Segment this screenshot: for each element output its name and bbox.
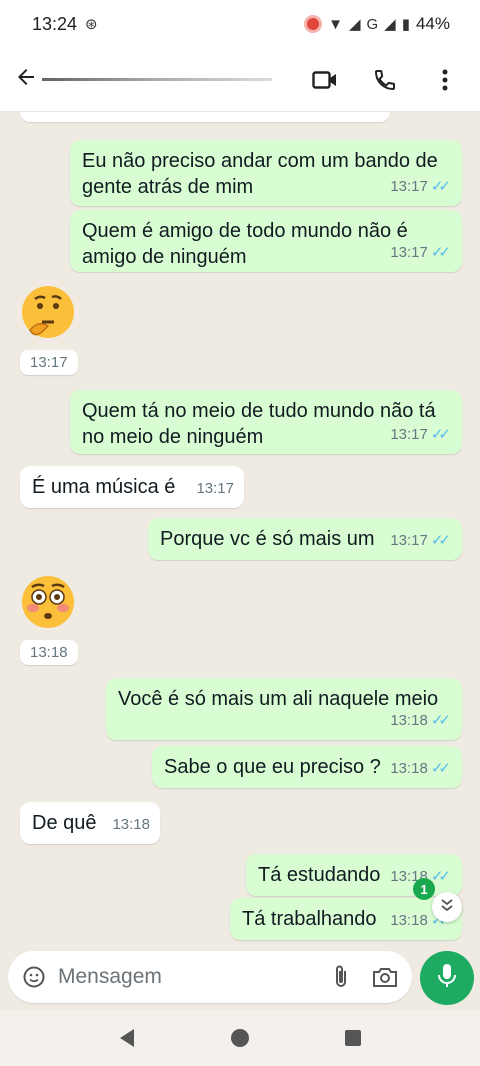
message-incoming[interactable]: De quê 13:18 bbox=[20, 802, 160, 844]
more-vert-icon[interactable] bbox=[432, 67, 458, 93]
contact-name-redacted[interactable] bbox=[42, 78, 272, 81]
battery-icon: ▮ bbox=[401, 16, 410, 33]
message-outgoing[interactable]: Eu não preciso andar com um bando de gen… bbox=[70, 140, 462, 206]
unread-count-badge: 1 bbox=[413, 878, 435, 900]
message-outgoing[interactable]: Quem tá no meio de tudo mundo não tá no … bbox=[70, 390, 462, 454]
battery-level: 44% bbox=[415, 14, 450, 33]
message-text: Quem é amigo de todo mundo não é amigo d… bbox=[82, 220, 408, 268]
nav-back-icon[interactable] bbox=[113, 1024, 141, 1052]
mic-button[interactable] bbox=[420, 951, 474, 1005]
message-text: Tá estudando bbox=[258, 864, 381, 886]
read-ticks-icon: ✓✓ bbox=[430, 244, 451, 261]
message-outgoing[interactable]: Você é só mais um ali naquele meio 13:18… bbox=[106, 678, 462, 740]
message-time: 13:17 bbox=[390, 244, 428, 261]
message-text: Porque vc é só mais um bbox=[160, 528, 375, 550]
read-ticks-icon: ✓✓ bbox=[430, 712, 451, 729]
message-time: 13:17 bbox=[390, 532, 428, 549]
phone-icon[interactable] bbox=[372, 67, 398, 93]
message-time: 13:18 bbox=[390, 712, 428, 729]
status-time: 13:24 bbox=[32, 13, 78, 34]
sticker-icon[interactable] bbox=[22, 962, 46, 992]
message-text: Eu não preciso andar com um bando de gen… bbox=[82, 150, 438, 198]
message-text: Tá trabalhando bbox=[242, 908, 377, 930]
message-outgoing[interactable]: Quem é amigo de todo mundo não é amigo d… bbox=[70, 210, 462, 272]
signal-icon: ◢ bbox=[348, 16, 361, 33]
camera-icon[interactable] bbox=[372, 962, 398, 992]
message-outgoing[interactable]: Tá trabalhando 13:18 ✓✓ bbox=[230, 898, 462, 940]
notification-icon: ⊛ bbox=[85, 16, 98, 33]
read-ticks-icon: ✓✓ bbox=[430, 426, 451, 443]
message-input[interactable] bbox=[58, 965, 329, 989]
message-time: 13:18 bbox=[112, 816, 150, 833]
message-list[interactable]: Eu não preciso andar com um bando de gen… bbox=[0, 112, 480, 950]
read-ticks-icon: ✓✓ bbox=[430, 760, 451, 777]
attach-icon[interactable] bbox=[329, 962, 352, 992]
message-time: 13:18 bbox=[390, 912, 428, 929]
message-text: Você é só mais um ali naquele meio bbox=[118, 688, 439, 710]
system-nav-bar bbox=[0, 1010, 480, 1066]
status-bar: 13:24 ⊛ ▼ ◢ G ◢ ▮ 44% bbox=[0, 0, 480, 48]
message-composer bbox=[8, 951, 412, 1003]
message-text: De quê bbox=[32, 812, 97, 834]
video-call-icon[interactable] bbox=[312, 67, 338, 93]
message-time: 13:18 bbox=[390, 760, 428, 777]
chat-header bbox=[0, 48, 480, 112]
wifi-icon: ▼ bbox=[328, 15, 343, 33]
read-ticks-icon: ✓✓ bbox=[430, 178, 451, 195]
network-type: G bbox=[366, 15, 379, 33]
read-ticks-icon: ✓✓ bbox=[430, 532, 451, 549]
message-time: 13:17 bbox=[390, 426, 428, 443]
message-text: Quem tá no meio de tudo mundo não tá no … bbox=[82, 400, 436, 448]
scroll-down-button[interactable] bbox=[432, 892, 462, 922]
mic-icon bbox=[437, 963, 457, 994]
nav-home-icon[interactable] bbox=[226, 1024, 254, 1052]
chevron-double-down-icon bbox=[440, 898, 454, 917]
flushed-emoji[interactable] bbox=[16, 570, 80, 634]
thinking-emoji[interactable] bbox=[16, 280, 80, 344]
message-time: 13:17 bbox=[390, 178, 428, 195]
partial-message bbox=[20, 112, 390, 122]
screen-record-icon bbox=[304, 15, 323, 33]
message-text: É uma música é bbox=[32, 476, 176, 498]
message-incoming[interactable]: É uma música é 13:17 bbox=[20, 466, 244, 508]
message-outgoing[interactable]: Sabe o que eu preciso ? 13:18 ✓✓ bbox=[152, 746, 462, 788]
message-time: 13:17 bbox=[196, 480, 234, 497]
nav-recents-icon[interactable] bbox=[339, 1024, 367, 1052]
message-time: 13:18 bbox=[20, 640, 78, 665]
message-outgoing[interactable]: Porque vc é só mais um 13:17 ✓✓ bbox=[148, 518, 462, 560]
message-time: 13:17 bbox=[20, 350, 78, 375]
signal-icon-2: ◢ bbox=[384, 16, 396, 33]
message-text: Sabe o que eu preciso ? bbox=[164, 756, 381, 778]
